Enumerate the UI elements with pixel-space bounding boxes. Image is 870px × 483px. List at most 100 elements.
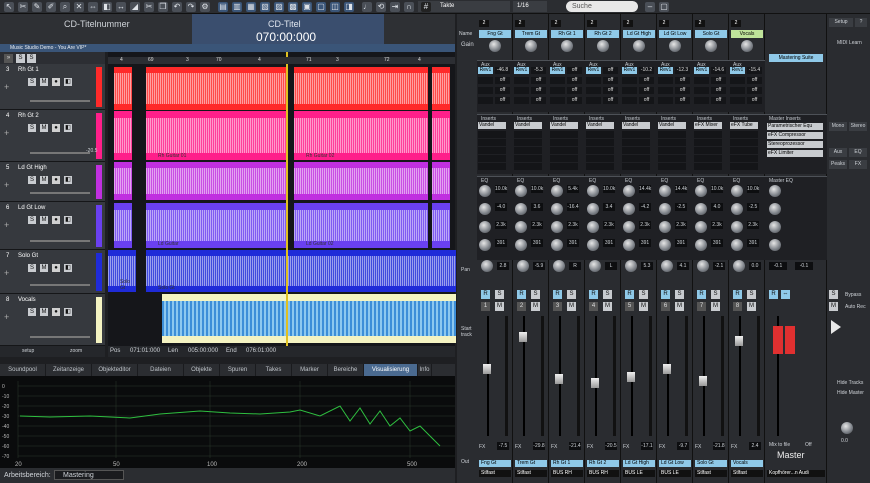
master-insert-slot[interactable]: Stereoprozessor xyxy=(767,141,823,148)
aux-send-select[interactable] xyxy=(586,77,601,84)
eq-knob[interactable] xyxy=(659,185,671,197)
insert-slot[interactable] xyxy=(694,147,722,154)
eq-knob[interactable] xyxy=(587,221,599,233)
insert-slot[interactable] xyxy=(550,139,578,146)
cut-icon[interactable]: ✂ xyxy=(144,2,154,12)
track-fx-button[interactable]: ◧ xyxy=(64,176,72,184)
insert-slot[interactable] xyxy=(622,139,650,146)
channel-rec-button[interactable]: R xyxy=(553,290,562,299)
insert-slot[interactable] xyxy=(658,139,686,146)
channel-solo-button[interactable]: S xyxy=(567,290,576,299)
gain-knob[interactable] xyxy=(705,40,717,52)
eq-knob[interactable] xyxy=(551,185,563,197)
gain-knob[interactable] xyxy=(633,40,645,52)
arrangement-area[interactable]: Rh Guitar 01 Rh Guitar 02 Ld Guitar Ld Guit… xyxy=(108,52,456,346)
aux-send-value[interactable]: off xyxy=(567,67,582,74)
master-output-select[interactable]: Kopfhörer...n Audi xyxy=(767,470,825,477)
aux-send-select[interactable] xyxy=(694,97,709,104)
aux-send-select[interactable] xyxy=(550,87,565,94)
track-header[interactable]: 3 Rh Gt 1 + S M ● ◧ xyxy=(0,64,105,110)
aux-send-value[interactable]: -46.8 xyxy=(495,67,510,74)
solo-all-button[interactable]: S xyxy=(16,54,25,63)
pan-knob[interactable] xyxy=(517,260,529,272)
channel-solo-button[interactable]: S xyxy=(675,290,684,299)
channel-number-button[interactable]: 1 xyxy=(481,302,490,311)
channel-solo-button[interactable]: S xyxy=(603,290,612,299)
channel-mute-button[interactable]: M xyxy=(639,302,648,311)
clip[interactable]: Solo Gt xyxy=(108,250,136,292)
fx-view-button[interactable]: FX xyxy=(849,160,867,169)
track-expand-icon[interactable]: + xyxy=(4,128,14,138)
clip[interactable]: Rh Guitar 02 xyxy=(294,111,428,160)
insert-slot[interactable] xyxy=(658,163,686,170)
insert-slot[interactable] xyxy=(730,163,758,170)
pan-knob[interactable] xyxy=(625,260,637,272)
clip[interactable] xyxy=(114,111,132,160)
aux-send-select[interactable] xyxy=(586,87,601,94)
aux-send-value[interactable]: -12.3 xyxy=(675,67,690,74)
track-expand-icon[interactable]: + xyxy=(4,180,14,190)
tab-zeitanzeige[interactable]: Zeitanzeige xyxy=(46,364,92,376)
insert-slot[interactable] xyxy=(478,139,506,146)
master-eq-knob[interactable] xyxy=(769,185,781,197)
track-header[interactable]: 4 Rh Gt 2 + S M ● ◧ xyxy=(0,110,105,162)
len-value[interactable]: 005:00:000 xyxy=(188,348,218,354)
pan-knob[interactable] xyxy=(733,260,745,272)
aux-send-value[interactable]: off xyxy=(531,77,546,84)
channel-solo-button[interactable]: S xyxy=(531,290,540,299)
mode-g-icon[interactable]: ▣ xyxy=(302,2,312,12)
track-record-button[interactable]: ● xyxy=(52,78,60,86)
eq-knob[interactable] xyxy=(479,221,491,233)
clip[interactable] xyxy=(432,67,450,110)
track-mute-button[interactable]: M xyxy=(40,308,48,316)
eq-knob[interactable] xyxy=(479,185,491,197)
channel-mute-button[interactable]: M xyxy=(531,302,540,311)
snap-icon[interactable]: ⇥ xyxy=(390,2,400,12)
track-record-button[interactable]: ● xyxy=(52,124,60,132)
aux-send-select[interactable]: Rev1 xyxy=(478,67,493,74)
insert-slot[interactable] xyxy=(478,155,506,162)
eq-knob[interactable] xyxy=(587,203,599,215)
clip[interactable] xyxy=(432,111,450,160)
minimize-icon[interactable]: – xyxy=(645,2,655,12)
channel-rec-button[interactable]: R xyxy=(697,290,706,299)
insert-slot[interactable] xyxy=(586,163,614,170)
gain-knob[interactable] xyxy=(669,40,681,52)
aux-send-value[interactable]: off xyxy=(639,97,654,104)
grid-resolution-select[interactable]: 1/16 xyxy=(513,1,547,12)
insert-slot[interactable] xyxy=(514,147,542,154)
aux-send-select[interactable] xyxy=(478,97,493,104)
track-record-button[interactable]: ● xyxy=(52,216,60,224)
output-routing[interactable]: Vocals xyxy=(731,460,763,467)
split-tool-icon[interactable]: ⇔ xyxy=(88,2,98,12)
pan-knob[interactable] xyxy=(481,260,493,272)
aux-send-select[interactable] xyxy=(478,77,493,84)
aux-send-select[interactable] xyxy=(478,87,493,94)
insert-slot[interactable] xyxy=(658,155,686,162)
track-expand-icon[interactable]: + xyxy=(4,82,14,92)
channel-name[interactable]: Fng Gt xyxy=(479,30,511,38)
output-select[interactable]: Stlfast xyxy=(515,470,547,477)
insert-slot[interactable]: eFX Mixer xyxy=(694,122,722,129)
insert-slot[interactable] xyxy=(622,131,650,138)
aux-send-value[interactable]: off xyxy=(675,77,690,84)
mode-e-icon[interactable]: ▨ xyxy=(274,2,284,12)
aux-send-select[interactable] xyxy=(730,97,745,104)
tab-marker[interactable]: Marker xyxy=(292,364,328,376)
eq-knob[interactable] xyxy=(731,185,743,197)
channel-number-button[interactable]: 7 xyxy=(697,302,706,311)
settings-icon[interactable]: ⚙ xyxy=(200,2,210,12)
aux-send-value[interactable]: off xyxy=(747,97,762,104)
output-select[interactable]: BUS RH xyxy=(551,470,583,477)
insert-slot[interactable] xyxy=(730,147,758,154)
eq-knob[interactable] xyxy=(695,221,707,233)
tab-objekte[interactable]: Objekte xyxy=(184,364,220,376)
channel-fader[interactable] xyxy=(627,372,635,382)
eq-knob[interactable] xyxy=(551,203,563,215)
output-select[interactable]: BUS RH xyxy=(587,470,619,477)
track-solo-button[interactable]: S xyxy=(28,264,36,272)
pan-knob[interactable] xyxy=(661,260,673,272)
aux-send-value[interactable]: off xyxy=(639,87,654,94)
aux-send-value[interactable]: off xyxy=(639,77,654,84)
output-routing[interactable]: Ld Gt Low xyxy=(659,460,691,467)
